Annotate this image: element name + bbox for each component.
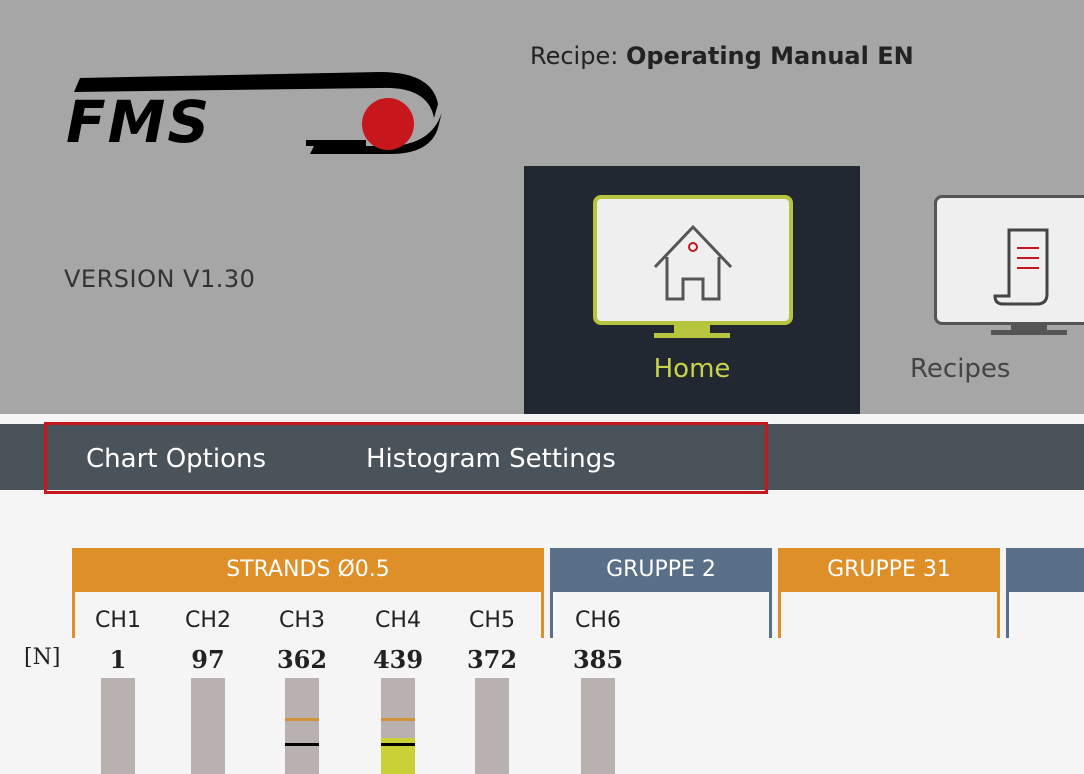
logo-text: FMS: [66, 88, 212, 156]
group-header-4: [1006, 548, 1084, 592]
channel-value: 97: [191, 645, 225, 674]
bar-limit-line: [381, 718, 415, 721]
group-frame: [1006, 592, 1084, 638]
menu-chart-options[interactable]: Chart Options: [86, 444, 266, 474]
app-page: FMS Recipe: Operating Manual EN VERSION …: [0, 0, 1084, 774]
channel-label: CH4: [375, 608, 421, 633]
bar-value-line: [381, 743, 415, 746]
version-label: VERSION V1.30: [64, 265, 256, 293]
header: FMS Recipe: Operating Manual EN VERSION …: [0, 0, 1084, 414]
monitor-base: [654, 333, 730, 338]
unit-label: [N]: [24, 645, 61, 670]
group-header-gruppe-31: GRUPPE 31: [778, 548, 1000, 592]
group-frame: [778, 592, 1000, 638]
nav-home-label: Home: [653, 354, 731, 384]
group-header-strands: STRANDS Ø0.5: [72, 548, 544, 592]
fms-logo: FMS: [60, 58, 460, 158]
recipe-label: Recipe:: [530, 42, 619, 70]
channel-label: CH2: [185, 608, 231, 633]
channel-value: 1: [109, 645, 127, 674]
channel-bar: [101, 678, 135, 774]
channel-bar: [581, 678, 615, 774]
channel-label: CH6: [575, 608, 621, 633]
bar-limit-line: [285, 718, 319, 721]
channel-bar: [191, 678, 225, 774]
recipe-name: Operating Manual EN: [625, 42, 914, 70]
bar-value-line: [285, 743, 319, 746]
home-icon: [593, 195, 793, 325]
menu-histogram-settings[interactable]: Histogram Settings: [366, 444, 616, 474]
channel-bar: [285, 678, 319, 774]
channel-label: CH3: [279, 608, 325, 633]
channel-value: 439: [372, 645, 424, 674]
nav-recipes-label: Recipes: [910, 354, 1011, 384]
channel-bar: [475, 678, 509, 774]
nav-home-button[interactable]: Home: [524, 166, 860, 414]
group-header-gruppe-2: GRUPPE 2: [550, 548, 772, 592]
recipe-indicator: Recipe: Operating Manual EN: [530, 42, 914, 70]
monitor-base: [991, 330, 1067, 335]
channel-label: CH5: [469, 608, 515, 633]
channel-value: 362: [276, 645, 328, 674]
channel-value: 385: [572, 645, 624, 674]
recipes-icon: [934, 195, 1084, 325]
channel-label: CH1: [95, 608, 141, 633]
channel-value: 372: [466, 645, 518, 674]
channel-bar: [381, 678, 415, 774]
nav-recipes-button[interactable]: Recipes: [880, 166, 1084, 414]
logo-red-dot: [362, 98, 414, 150]
